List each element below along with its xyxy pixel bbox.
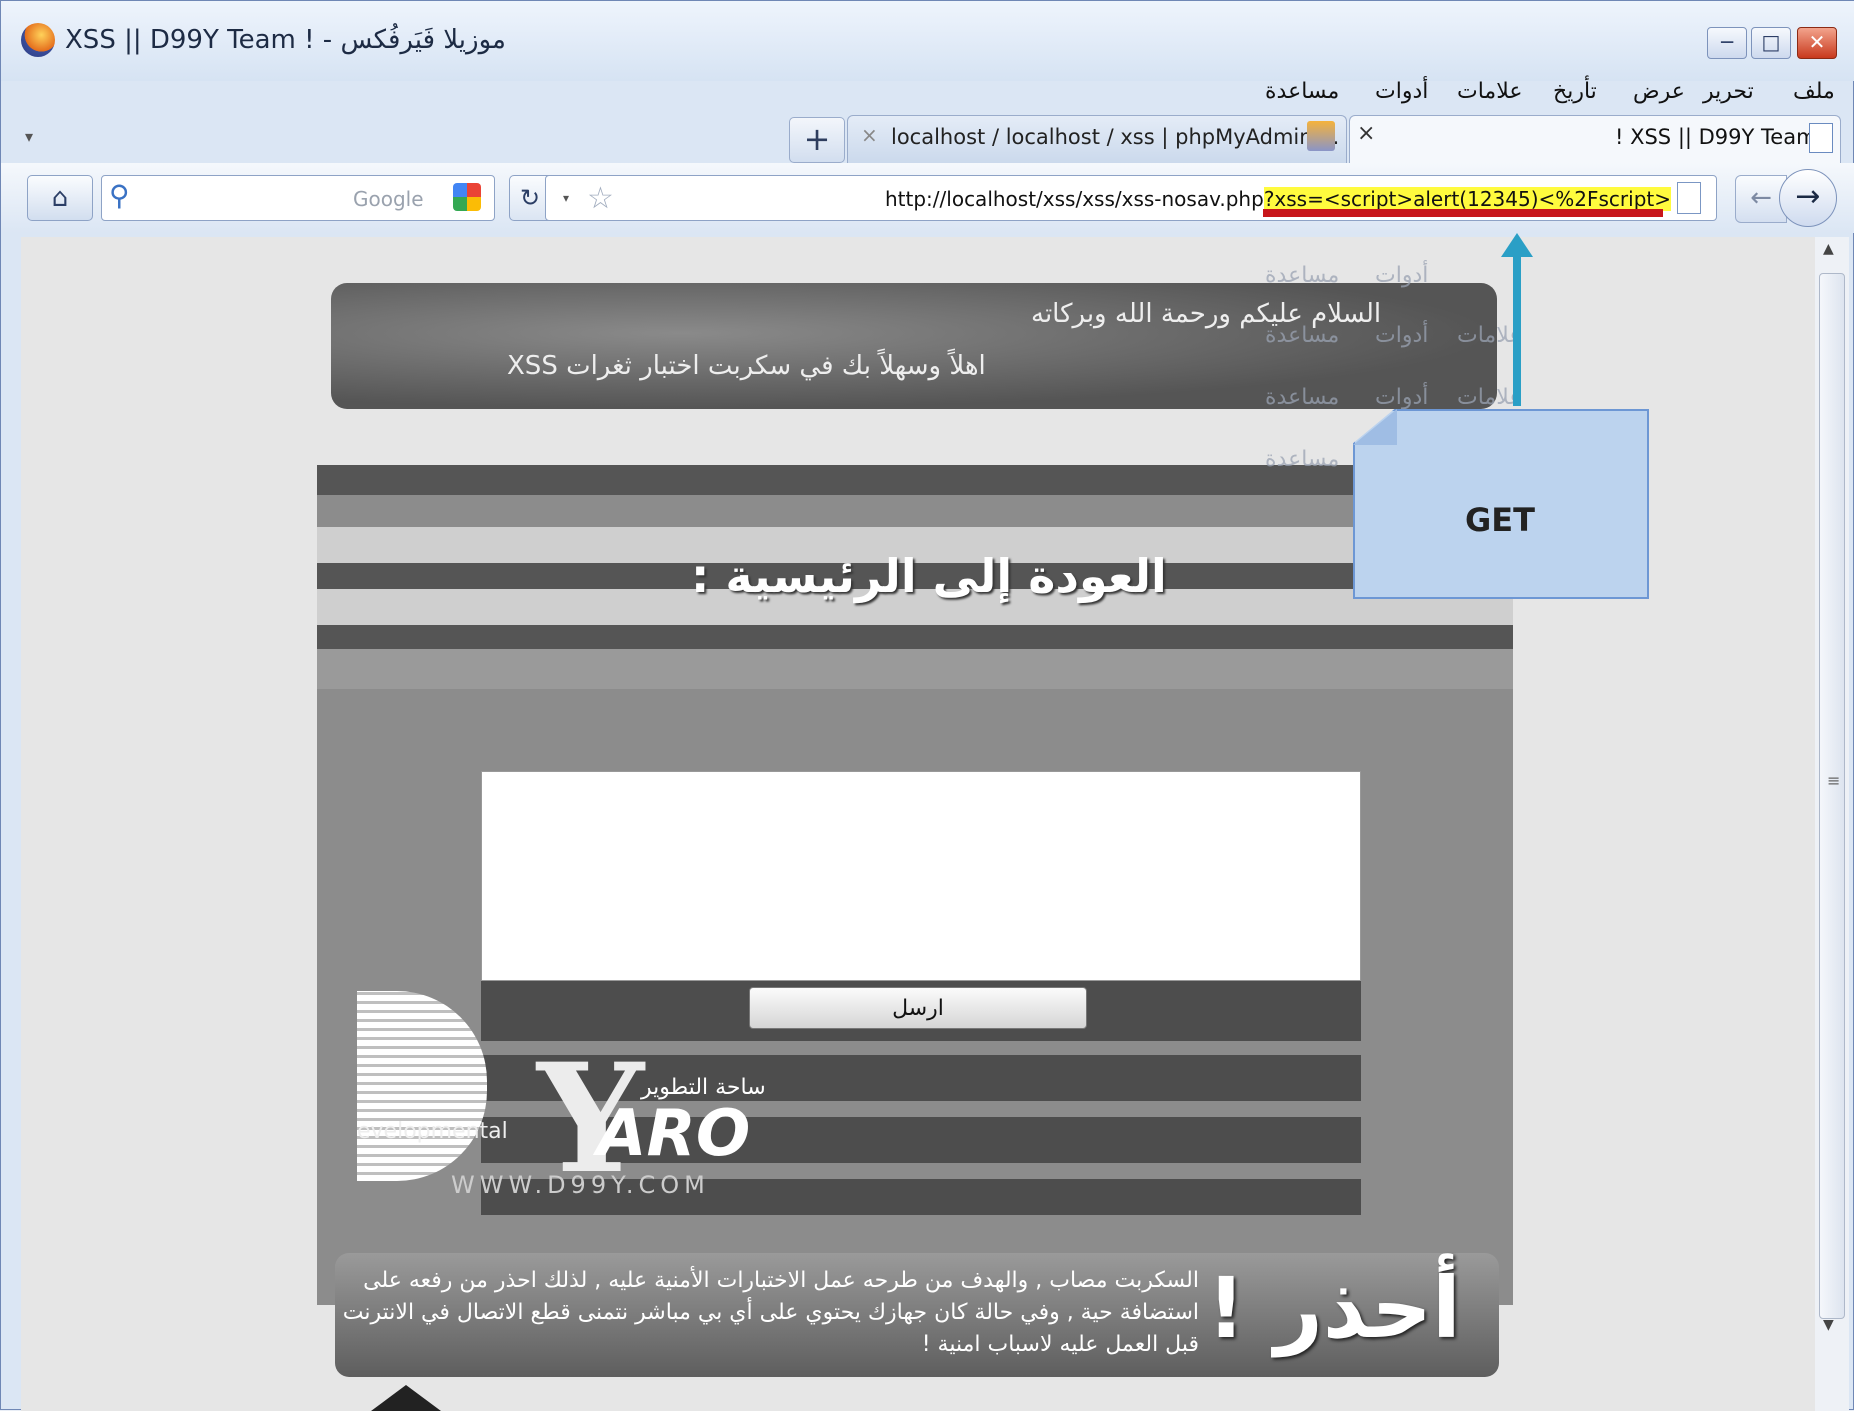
scroll-down-icon[interactable]: ▼ (1823, 1317, 1834, 1333)
annotation-arrow (1501, 233, 1533, 406)
ghost-menu-text: أدوات (1375, 385, 1429, 410)
ghost-menu-text: مساعدة (1265, 385, 1340, 410)
tab-label: ! XSS || D99Y Team (1615, 125, 1817, 149)
forward-button[interactable]: → (1779, 169, 1837, 227)
panel-stripe (317, 649, 1513, 689)
home-icon: ⌂ (51, 183, 69, 213)
menu-history[interactable]: تأريخ (1553, 79, 1597, 104)
tab-close-icon[interactable]: × (1357, 121, 1375, 146)
warning-text: السكربت مصاب , والهدف من طرحه عمل الاختب… (342, 1268, 1199, 1357)
menu-edit[interactable]: تحرير (1703, 79, 1754, 104)
send-button[interactable]: ارسل (749, 987, 1087, 1029)
history-dropdown-icon[interactable]: ▾ (563, 191, 569, 205)
magnifier-icon: ⚲ (109, 179, 130, 212)
maximize-button[interactable]: □ (1751, 27, 1791, 59)
phpmyadmin-favicon-icon (1307, 121, 1335, 151)
menu-help[interactable]: مساعدة (1265, 79, 1339, 104)
search-engine-label: Google (353, 187, 424, 211)
page-favicon-icon (1809, 123, 1833, 153)
ghost-menu-text: مساعدة (1265, 263, 1340, 288)
tab-label: localhost / localhost / xss | phpMyAdmin… (891, 125, 1340, 149)
url-text: http://localhost/xss/xss/xss-nosav.php?x… (885, 187, 1671, 211)
minimize-button[interactable]: ─ (1707, 27, 1747, 59)
logo-tagline: ساحة التطوير (641, 1075, 766, 1100)
xss-input-textarea[interactable] (481, 771, 1361, 981)
site-identity-icon[interactable] (1677, 182, 1701, 214)
ghost-menu-text: مساعدة (1265, 323, 1340, 348)
reload-icon: ↻ (519, 184, 541, 212)
scroll-up-icon[interactable]: ▲ (1823, 241, 1834, 257)
url-base: http://localhost/xss/xss/xss-nosav.php (885, 187, 1264, 211)
ghost-menu-text: مساعدة (1265, 447, 1340, 472)
logo-aro-text: ARO (597, 1097, 751, 1171)
scroll-grip-icon: ≡ (1827, 771, 1841, 790)
firefox-logo-icon (21, 23, 55, 57)
search-input[interactable] (101, 175, 495, 221)
home-button[interactable]: ⌂ (27, 175, 93, 221)
url-underline-annotation (1263, 209, 1663, 217)
star-icon[interactable]: ☆ (587, 181, 614, 216)
google-icon[interactable] (453, 183, 481, 211)
forward-arrow-icon: → (1795, 179, 1821, 214)
callout-label: GET (1465, 501, 1535, 539)
new-tab-button[interactable]: + (789, 117, 845, 163)
logo-website: WWW.D99Y.COM (451, 1171, 710, 1199)
browser-window: موزيلا فَيَرفُكس - ! XSS || D99Y Team ─ … (0, 0, 1854, 1411)
warning-title: أحذر ! (1207, 1259, 1461, 1357)
banner-welcome: اهلاً وسهلاً بك في سكربت اختبار ثغرات XS… (507, 351, 986, 381)
window-title: موزيلا فَيَرفُكس - ! XSS || D99Y Team (65, 25, 506, 55)
menu-bookmarks[interactable]: علامات (1457, 79, 1522, 104)
close-window-button[interactable]: ✕ (1797, 27, 1837, 59)
back-to-home-link[interactable]: العودة إلى الرئيسية : (691, 549, 1167, 603)
menu-tools[interactable]: أدوات (1375, 79, 1428, 104)
ghost-menu-text: أدوات (1375, 323, 1429, 348)
panel-stripe (317, 625, 1513, 649)
scrollbar-thumb[interactable] (1819, 273, 1845, 1319)
url-query-highlight: ?xss=<script>alert(12345)<%2Fscript> (1263, 187, 1671, 211)
menu-view[interactable]: عرض (1633, 79, 1685, 104)
logo-developmental: evelopmental (357, 1119, 508, 1144)
menu-file[interactable]: ملف (1793, 79, 1835, 104)
tab-list-button[interactable]: ▾ (25, 127, 33, 146)
ghost-menu-text: أدوات (1375, 263, 1429, 288)
back-arrow-icon: ← (1750, 183, 1772, 213)
tab-close-icon[interactable]: × (861, 123, 878, 147)
